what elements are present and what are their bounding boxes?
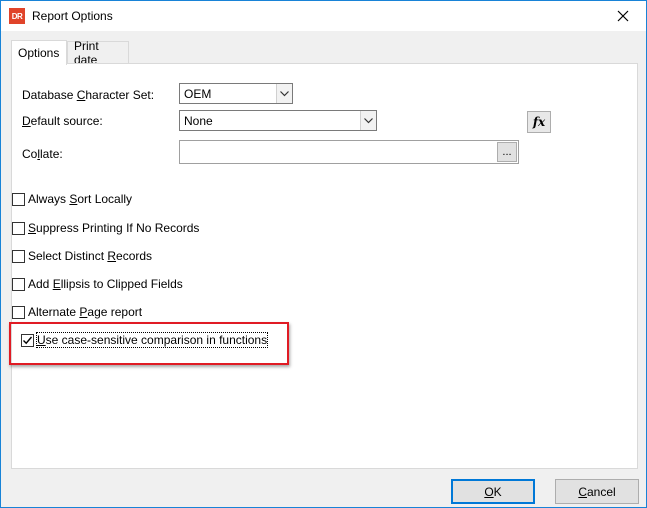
title-bar: DR Report Options (1, 1, 646, 31)
window-title: Report Options (32, 9, 113, 23)
cancel-button[interactable]: Cancel (555, 479, 639, 504)
checkbox-box[interactable] (12, 305, 25, 319)
close-icon (617, 10, 629, 22)
checkbox-suppress-printing[interactable]: Suppress Printing If No Records (12, 220, 199, 236)
collate-input[interactable]: ... (179, 140, 519, 164)
checkbox-box[interactable] (12, 249, 25, 263)
app-logo-icon: DR (9, 8, 25, 24)
close-button[interactable] (600, 1, 646, 31)
tab-print-date[interactable]: Print date (67, 39, 129, 67)
checkbox-select-distinct-records[interactable]: Select Distinct Records (12, 248, 152, 264)
default-source-label: Default source: (22, 114, 103, 128)
checkbox-alternate-page-report[interactable]: Alternate Page report (12, 304, 142, 320)
report-options-dialog: DR Report Options Options Print date Dat… (0, 0, 647, 508)
checkbox-always-sort-locally[interactable]: Always Sort Locally (12, 191, 132, 207)
tab-options[interactable]: Options (11, 40, 67, 65)
checkbox-box[interactable] (12, 277, 25, 291)
ok-button[interactable]: OK (451, 479, 535, 504)
chevron-down-icon (360, 111, 376, 130)
function-icon: fx (532, 115, 546, 129)
checkbox-box[interactable] (12, 192, 25, 206)
chevron-down-icon (276, 84, 292, 103)
collate-browse-button[interactable]: ... (497, 142, 517, 162)
checkbox-add-ellipsis[interactable]: Add Ellipsis to Clipped Fields (12, 276, 183, 292)
collate-label: Collate: (22, 147, 63, 161)
charset-label: Database Character Set: (22, 88, 155, 102)
default-source-select[interactable]: None (179, 110, 377, 131)
charset-select[interactable]: OEM (179, 83, 293, 104)
formula-button[interactable]: fx (527, 111, 551, 133)
highlight-annotation (9, 322, 289, 365)
checkbox-box[interactable] (12, 221, 25, 235)
